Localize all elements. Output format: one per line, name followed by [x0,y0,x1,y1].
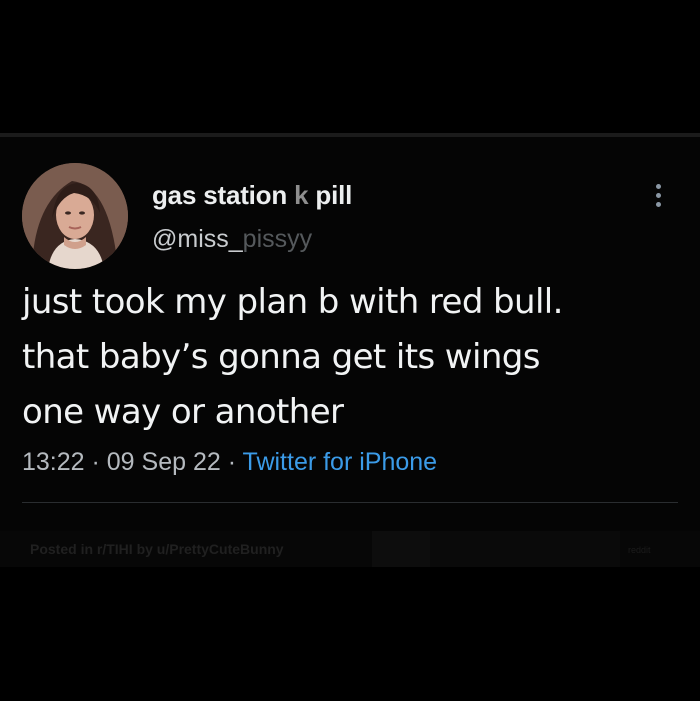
watermark-text: Posted in r/TIHI by u/PrettyCuteBunny [30,541,284,557]
display-name[interactable]: gas station k pill [152,180,352,211]
display-name-end: pill [308,180,353,210]
tweet-line: just took my plan b with red bull. [22,282,563,322]
avatar[interactable] [22,163,128,269]
tweet-time: 13:22 [22,448,85,476]
user-handle[interactable]: @miss_pissyy [152,225,312,254]
meta-separator: · [84,448,107,476]
meta-separator: · [220,448,243,476]
display-name-start: gas station [152,180,288,210]
tweet-meta: 13:22 · 09 Sep 22 · Twitter for iPhone [22,448,437,477]
tweet-line: one way or another [22,392,344,432]
bottom-black-band [0,567,700,701]
display-name-hidden [287,180,294,210]
tweet-date: 09 Sep 22 [106,448,221,476]
handle-faded: pissyy [242,225,313,253]
tweet-line: that baby’s gonna get its wings [22,337,540,377]
tweet-text: just took my plan b with red bull. that … [22,275,682,440]
handle-visible: @miss_ [152,225,243,253]
display-name-mid: k [294,180,309,210]
watermark-right-text: reddit [628,545,651,555]
avatar-image [22,163,128,269]
more-vertical-icon[interactable] [647,181,671,211]
tweet-source-link[interactable]: Twitter for iPhone [243,448,438,476]
top-black-band [0,0,700,133]
meta-divider [22,502,678,503]
